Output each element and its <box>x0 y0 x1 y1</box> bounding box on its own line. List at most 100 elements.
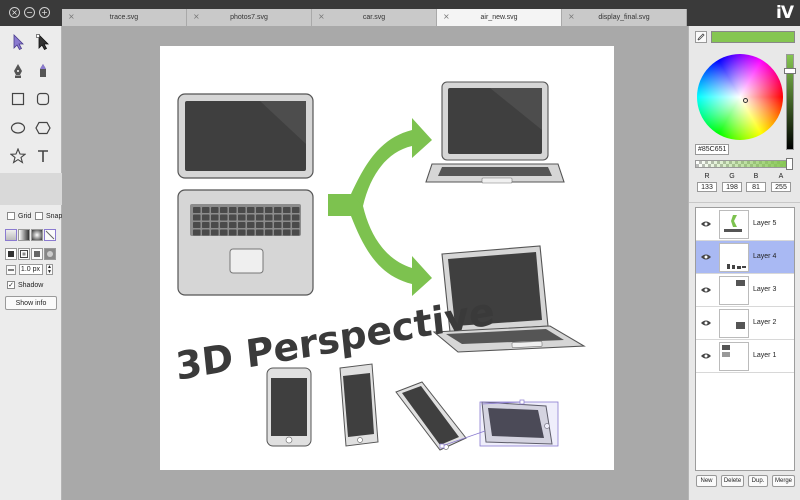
pen-tool-icon[interactable] <box>8 61 28 81</box>
direct-select-tool-icon[interactable] <box>33 32 53 52</box>
document-page[interactable]: 3D Perspective <box>160 46 614 470</box>
zoom-window-icon[interactable]: + <box>39 7 50 18</box>
ellipse-tool-icon[interactable] <box>8 118 28 138</box>
blue-field[interactable]: 81 <box>746 182 766 192</box>
red-field[interactable]: 133 <box>697 182 717 192</box>
new-layer-button[interactable]: New <box>696 475 717 487</box>
close-window-icon[interactable]: × <box>9 7 20 18</box>
close-tab-icon[interactable]: × <box>443 12 450 21</box>
grid-checkbox[interactable] <box>7 212 15 220</box>
layer-row[interactable]: Layer 5 <box>696 208 794 241</box>
layer-row-selected[interactable]: Layer 4 <box>696 241 794 274</box>
keyboard-key <box>220 229 228 236</box>
brightness-slider-knob[interactable] <box>784 68 796 74</box>
merge-layers-button[interactable]: Merge <box>772 475 795 487</box>
keyboard-key <box>202 229 210 236</box>
phone-tilted-illustration[interactable] <box>339 363 379 447</box>
stroke-inside-button[interactable] <box>18 248 30 260</box>
visibility-eye-icon[interactable] <box>700 352 712 362</box>
layer-name: Layer 1 <box>753 352 777 359</box>
stroke-outside-button[interactable] <box>44 248 56 260</box>
fill-solid-button[interactable] <box>5 229 17 241</box>
keyboard-key <box>292 222 300 228</box>
eyedropper-icon[interactable] <box>695 31 707 43</box>
transform-arrows[interactable] <box>328 118 432 296</box>
fill-none-button[interactable] <box>44 229 56 241</box>
layer-row[interactable]: Layer 2 <box>696 307 794 340</box>
open-laptop-front-illustration[interactable] <box>425 81 565 184</box>
shadow-checkbox[interactable]: ✓ <box>7 281 15 289</box>
visibility-eye-icon[interactable] <box>700 220 712 230</box>
color-wheel[interactable] <box>697 54 783 140</box>
text-tool-icon[interactable] <box>33 146 53 166</box>
visibility-eye-icon[interactable] <box>700 319 712 329</box>
canvas-heading[interactable]: 3D Perspective <box>174 289 497 389</box>
layers-list[interactable]: Layer 5 Layer 4 Layer 3 Layer 2 Layer 1 <box>695 207 795 471</box>
tab-car[interactable]: × car.svg <box>312 9 437 26</box>
keyboard-key <box>274 229 282 236</box>
tab-trace[interactable]: × trace.svg <box>62 9 187 26</box>
keyboard-key <box>256 214 264 221</box>
keyboard-key <box>238 207 246 213</box>
tab-photos7[interactable]: × photos7.svg <box>187 9 312 26</box>
tab-display-final[interactable]: × display_final.svg <box>562 9 687 26</box>
pencil-tool-icon[interactable] <box>33 61 53 81</box>
shadow-toggle[interactable]: ✓ Shadow <box>7 281 43 289</box>
keyboard-key <box>247 214 255 221</box>
green-field[interactable]: 198 <box>722 182 742 192</box>
snap-toggle[interactable]: Snap <box>35 212 62 220</box>
close-tab-icon[interactable]: × <box>568 12 575 21</box>
keyboard-key <box>238 229 246 236</box>
color-wheel-cursor[interactable] <box>743 98 748 103</box>
alpha-field[interactable]: 255 <box>771 182 791 192</box>
select-tool-icon[interactable] <box>8 32 28 52</box>
laptop-base-illustration[interactable] <box>177 189 314 296</box>
close-tab-icon[interactable]: × <box>68 12 75 21</box>
keyboard-key <box>220 222 228 228</box>
snap-label: Snap <box>46 212 63 220</box>
keyboard-key <box>211 214 219 221</box>
close-tab-icon[interactable]: × <box>193 12 200 21</box>
delete-layer-button[interactable]: Delete <box>721 475 744 487</box>
close-tab-icon[interactable]: × <box>318 12 325 21</box>
duplicate-layer-button[interactable]: Dup. <box>748 475 768 487</box>
stroke-center-button[interactable] <box>31 248 43 260</box>
keyboard-key <box>256 229 264 236</box>
minimize-window-icon[interactable]: − <box>24 7 35 18</box>
laptop-lid-illustration[interactable] <box>177 93 314 179</box>
snap-checkbox[interactable] <box>35 212 43 220</box>
keyboard-key <box>220 214 228 221</box>
stroke-width-field[interactable]: 1.0 px <box>19 264 43 275</box>
star-tool-icon[interactable] <box>8 146 28 166</box>
phone-perspective-illustration[interactable] <box>395 381 467 451</box>
tab-air-new[interactable]: × air_new.svg <box>437 9 562 26</box>
stroke-width-stepper[interactable]: ▲ ▼ <box>46 264 53 275</box>
document-tabs: × trace.svg × photos7.svg × car.svg × ai… <box>62 9 687 26</box>
fill-linear-gradient-button[interactable] <box>18 229 30 241</box>
stroke-style-button[interactable] <box>5 248 17 260</box>
selection-bounding-box[interactable] <box>439 399 559 449</box>
current-color-swatch[interactable] <box>711 31 795 43</box>
keyboard-key <box>202 207 210 213</box>
layer-thumbnail <box>719 309 749 338</box>
phone-front-illustration[interactable] <box>266 367 312 447</box>
visibility-eye-icon[interactable] <box>700 253 712 263</box>
visibility-eye-icon[interactable] <box>700 286 712 296</box>
grid-toggle[interactable]: Grid <box>7 212 31 220</box>
inspector-panel: #85C651 R G B A 133 198 81 255 Layer 5 L… <box>688 26 800 500</box>
keyboard-key <box>193 229 201 236</box>
keyboard-key <box>283 214 291 221</box>
layer-name: Layer 2 <box>753 319 777 326</box>
hex-color-field[interactable]: #85C651 <box>695 144 729 155</box>
opacity-slider-knob[interactable] <box>786 158 793 170</box>
layer-row[interactable]: Layer 3 <box>696 274 794 307</box>
canvas-area[interactable]: 3D Perspective <box>62 26 688 500</box>
rounded-rectangle-tool-icon[interactable] <box>33 89 53 109</box>
keyboard-key <box>238 222 246 228</box>
layer-row[interactable]: Layer 1 <box>696 340 794 373</box>
fill-radial-gradient-button[interactable] <box>31 229 43 241</box>
show-info-button[interactable]: Show info <box>5 296 57 310</box>
polygon-tool-icon[interactable] <box>33 118 53 138</box>
rectangle-tool-icon[interactable] <box>8 89 28 109</box>
opacity-slider[interactable] <box>695 160 789 168</box>
